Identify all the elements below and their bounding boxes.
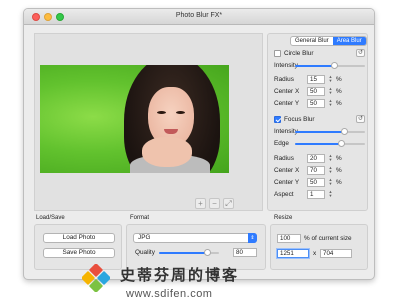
format-select[interactable]: JPG ⇕ [133, 233, 257, 243]
watermark-logo-icon [82, 264, 110, 292]
photo-subject-eye [157, 111, 166, 114]
focus-intensity-slider[interactable] [295, 128, 365, 135]
resize-width-field[interactable]: 1251 [277, 249, 309, 258]
focus-aspect-stepper[interactable]: ▲ ▼ [328, 190, 333, 199]
photo-subject-hand [142, 137, 192, 167]
tab-area-blur[interactable]: Area Blur [332, 37, 366, 45]
focus-radius-label: Radius [274, 155, 294, 162]
resize-times-label: x [313, 250, 317, 257]
resize-percent-label: % of current size [304, 235, 352, 242]
image-preview-panel: + − ⤢ [34, 33, 263, 211]
expand-icon: ⤢ [225, 199, 232, 208]
circle-intensity-fill [295, 65, 334, 67]
focus-center-x-label: Center X [274, 167, 300, 174]
circle-radius-stepper[interactable]: ▲ ▼ [328, 75, 333, 84]
zoom-fit-button[interactable]: ⤢ [223, 198, 234, 209]
focus-center-x-stepper[interactable]: ▲ ▼ [328, 166, 333, 175]
focus-aspect-label: Aspect [274, 191, 294, 198]
quality-knob[interactable] [204, 249, 211, 256]
focus-edge-knob[interactable] [337, 140, 345, 147]
focus-center-y-label: Center Y [274, 179, 300, 186]
save-photo-button[interactable]: Save Photo [43, 248, 115, 258]
photo-preview[interactable] [40, 65, 229, 173]
format-group-label: Format [130, 215, 150, 221]
circle-center-x-unit: % [336, 88, 342, 95]
circle-center-y-stepper[interactable]: ▲ ▼ [328, 99, 333, 108]
focus-edge-slider[interactable] [295, 140, 365, 147]
app-window: Photo Blur FX* + − ⤢ General Blur Area B… [23, 8, 375, 280]
reset-icon: ↺ [357, 50, 364, 56]
zoom-in-button[interactable]: + [195, 198, 206, 209]
tab-general-blur[interactable]: General Blur [291, 37, 333, 45]
resize-height-field[interactable]: 704 [320, 249, 352, 258]
focus-center-y-field[interactable]: 50 [307, 178, 325, 187]
focus-intensity-fill [295, 131, 344, 133]
focus-radius-field[interactable]: 20 [307, 154, 325, 163]
circle-center-x-field[interactable]: 50 [307, 87, 325, 96]
load-save-group-label: Load/Save [36, 215, 65, 221]
focus-edge-fill [295, 143, 341, 145]
focus-blur-reset-button[interactable]: ↺ [356, 115, 365, 123]
focus-center-y-unit: % [336, 179, 342, 186]
title-bar: Photo Blur FX* [24, 9, 374, 25]
circle-center-x-stepper[interactable]: ▲ ▼ [328, 87, 333, 96]
quality-label: Quality [135, 249, 155, 256]
circle-center-y-field[interactable]: 50 [307, 99, 325, 108]
circle-center-y-label: Center Y [274, 100, 300, 107]
circle-blur-label: Circle Blur [284, 50, 314, 57]
photo-subject-eye [176, 111, 185, 114]
chevron-updown-icon: ⇕ [248, 233, 257, 243]
circle-blur-checkbox[interactable] [274, 50, 281, 57]
watermark-url: www.sdifen.com [126, 288, 213, 300]
circle-center-y-unit: % [336, 100, 342, 107]
plus-icon: + [198, 199, 203, 208]
quality-slider[interactable] [159, 249, 219, 256]
focus-center-y-stepper[interactable]: ▲ ▼ [328, 178, 333, 187]
resize-group-label: Resize [274, 215, 293, 221]
focus-intensity-knob[interactable] [341, 128, 348, 135]
quality-fill [159, 252, 207, 254]
focus-blur-checkbox[interactable] [274, 116, 281, 123]
focus-blur-label: Focus Blur [284, 116, 315, 123]
resize-percent-field[interactable]: 100 [277, 234, 301, 243]
blur-settings-panel: General Blur Area Blur Circle Blur ↺ Int… [267, 33, 368, 211]
circle-blur-reset-button[interactable]: ↺ [356, 49, 365, 57]
circle-center-x-label: Center X [274, 88, 300, 95]
quality-field[interactable]: 80 [233, 248, 257, 257]
watermark: 史蒂芬周的博客 www.sdifen.com [82, 262, 322, 302]
zoom-out-button[interactable]: − [209, 198, 220, 209]
minus-icon: − [212, 199, 217, 208]
load-photo-button[interactable]: Load Photo [43, 233, 115, 243]
window-title: Photo Blur FX* [175, 12, 223, 19]
circle-radius-field[interactable]: 15 [307, 75, 325, 84]
format-select-value: JPG [138, 234, 151, 241]
circle-radius-label: Radius [274, 76, 294, 83]
focus-radius-unit: % [336, 155, 342, 162]
focus-center-x-field[interactable]: 70 [307, 166, 325, 175]
watermark-text: 史蒂芬周的博客 [120, 266, 240, 284]
focus-edge-label: Edge [274, 140, 289, 147]
focus-center-x-unit: % [336, 167, 342, 174]
circle-intensity-slider[interactable] [295, 62, 365, 69]
focus-radius-stepper[interactable]: ▲ ▼ [328, 154, 333, 163]
circle-intensity-knob[interactable] [330, 62, 338, 69]
blur-mode-tabs: General Blur Area Blur [290, 36, 367, 46]
focus-aspect-field[interactable]: 1 [307, 190, 325, 199]
reset-icon: ↺ [357, 116, 364, 122]
circle-radius-unit: % [336, 76, 342, 83]
